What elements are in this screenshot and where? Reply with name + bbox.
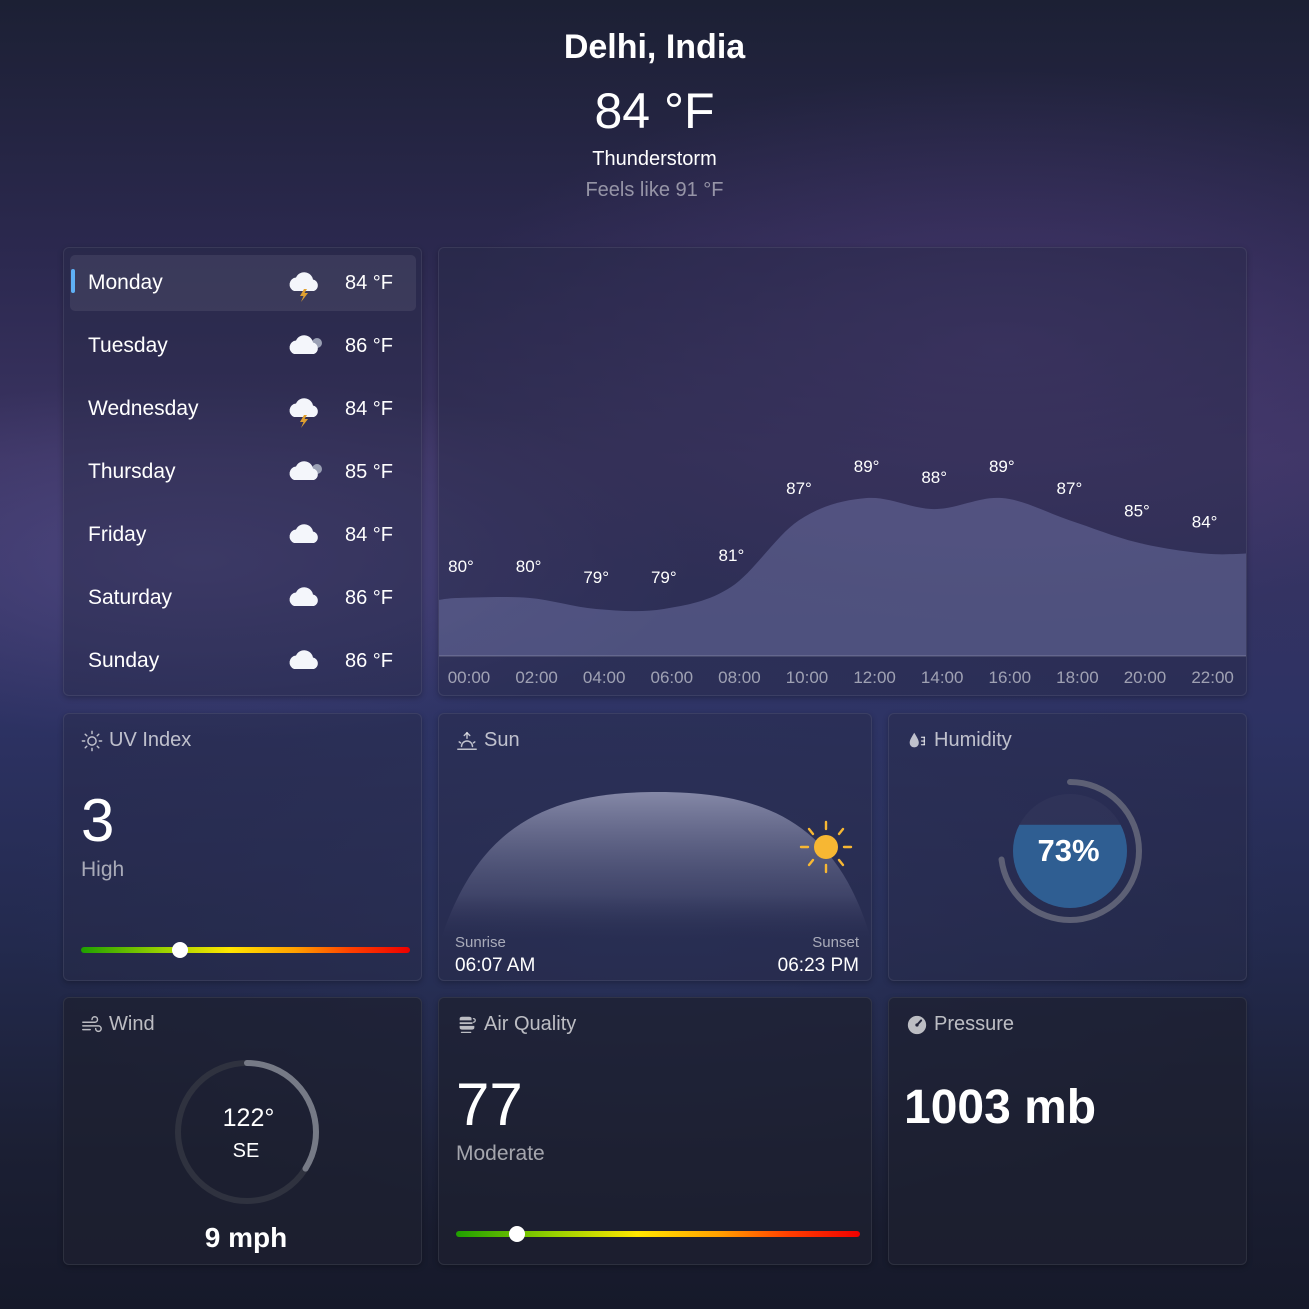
forecast-day-temp: 86 °F bbox=[345, 334, 394, 357]
forecast-day-name: Thursday bbox=[88, 460, 176, 483]
sunrise-time: 06:07 AM bbox=[455, 955, 536, 976]
forecast-day-monday[interactable]: Monday 84 °F bbox=[70, 255, 416, 311]
forecast-day-name: Friday bbox=[88, 523, 147, 546]
forecast-day-friday[interactable]: Friday 84 °F bbox=[70, 507, 416, 563]
forecast-day-wednesday[interactable]: Wednesday 84 °F bbox=[70, 381, 416, 437]
partly-cloudy-icon bbox=[284, 454, 326, 492]
data-label: 85° bbox=[1124, 501, 1150, 520]
daily-forecast-list: Monday 84 °F Tuesday 86 °F Wednesday 84 °F Thu… bbox=[63, 247, 422, 696]
data-label: 88° bbox=[921, 468, 947, 487]
forecast-day-sunday[interactable]: Sunday 86 °F bbox=[70, 633, 416, 689]
x-tick-label: 00:00 bbox=[448, 668, 491, 687]
cloud-icon bbox=[284, 517, 326, 555]
air-quality-title-text: Air Quality bbox=[484, 1013, 577, 1035]
forecast-day-temp: 86 °F bbox=[345, 649, 394, 672]
current-condition: Thunderstorm bbox=[592, 148, 717, 170]
forecast-day-name: Tuesday bbox=[88, 334, 168, 357]
forecast-day-temp: 85 °F bbox=[345, 460, 394, 483]
wind-direction: SE bbox=[232, 1140, 260, 1162]
uv-index-level: High bbox=[81, 858, 125, 881]
pressure-card: Pressure 1003 mb bbox=[888, 997, 1247, 1265]
data-label: 89° bbox=[989, 457, 1015, 476]
thunderstorm-icon bbox=[284, 265, 326, 303]
air-quality-marker bbox=[508, 1226, 525, 1242]
pressure-title: Pressure bbox=[906, 1013, 1014, 1036]
sunset-time: 06:23 PM bbox=[777, 955, 859, 976]
forecast-day-saturday[interactable]: Saturday 86 °F bbox=[70, 570, 416, 626]
x-tick-label: 18:00 bbox=[1056, 668, 1099, 687]
x-tick-label: 20:00 bbox=[1124, 668, 1167, 687]
sun-icon bbox=[81, 730, 103, 751]
uv-index-scale bbox=[81, 942, 410, 958]
cloud-icon bbox=[284, 580, 326, 618]
hourly-temperature-chart: 80° 80° 79° 79° 81° 87° 89° 88° 89° 87° 85° 84° 00:0… bbox=[438, 247, 1247, 696]
feels-like: Feels like 91 °F bbox=[585, 179, 724, 201]
forecast-day-thursday[interactable]: Thursday 85 °F bbox=[70, 444, 416, 500]
data-label: 89° bbox=[854, 457, 880, 476]
pressure-title-text: Pressure bbox=[934, 1013, 1015, 1035]
gauge-icon bbox=[907, 1015, 927, 1034]
x-tick-label: 04:00 bbox=[583, 668, 626, 687]
forecast-day-temp: 84 °F bbox=[345, 271, 394, 294]
chart-canvas: 80° 80° 79° 79° 81° 87° 89° 88° 89° 87° 85° 84° 00:0… bbox=[439, 457, 1246, 687]
forecast-day-temp: 86 °F bbox=[345, 586, 394, 609]
uv-index-title: UV Index bbox=[81, 729, 191, 752]
sunrise-label: Sunrise bbox=[455, 934, 506, 951]
x-tick-label: 10:00 bbox=[786, 668, 829, 687]
x-tick-label: 02:00 bbox=[515, 668, 558, 687]
data-label: 84° bbox=[1192, 513, 1218, 532]
air-quality-icon bbox=[459, 1016, 476, 1033]
wind-direction-degrees: 122° bbox=[222, 1104, 275, 1132]
sun-position-icon bbox=[799, 820, 853, 874]
humidity-card: Humidity 73% bbox=[888, 713, 1247, 981]
air-quality-card: Air Quality 77 Moderate bbox=[438, 997, 872, 1265]
x-tick-label: 06:00 bbox=[651, 668, 694, 687]
location-title: Delhi, India bbox=[563, 28, 746, 66]
data-label: 80° bbox=[516, 557, 542, 576]
air-quality-value: 77 bbox=[456, 1071, 523, 1138]
x-tick-label: 22:00 bbox=[1191, 668, 1234, 687]
humidity-value: 73% bbox=[1037, 833, 1100, 868]
thunderstorm-icon bbox=[284, 391, 326, 429]
x-tick-label: 14:00 bbox=[921, 668, 964, 687]
x-tick-label: 08:00 bbox=[718, 668, 761, 687]
air-quality-level: Moderate bbox=[456, 1142, 545, 1165]
partly-cloudy-icon bbox=[284, 328, 326, 366]
selected-indicator bbox=[71, 269, 75, 293]
air-quality-title: Air Quality bbox=[456, 1013, 576, 1036]
pressure-value: 1003 mb bbox=[904, 1081, 1097, 1134]
data-label: 81° bbox=[719, 546, 745, 565]
cloud-icon bbox=[284, 643, 326, 681]
sun-card: Sun Sunrise 06:07 AM Sunset 06:23 PM bbox=[438, 713, 872, 981]
forecast-day-name: Monday bbox=[88, 271, 163, 294]
forecast-day-temp: 84 °F bbox=[345, 397, 394, 420]
uv-index-title-text: UV Index bbox=[109, 729, 192, 751]
wind-speed: 9 mph bbox=[204, 1222, 288, 1253]
air-quality-scale bbox=[456, 1226, 860, 1242]
x-tick-label: 12:00 bbox=[853, 668, 896, 687]
sunset-label: Sunset bbox=[812, 934, 859, 951]
uv-index-value: 3 bbox=[81, 787, 115, 854]
uv-index-card: UV Index 3 High bbox=[63, 713, 422, 981]
uv-index-marker bbox=[171, 942, 188, 958]
wind-card: Wind 122° SE 9 mph bbox=[63, 997, 422, 1265]
x-tick-label: 16:00 bbox=[989, 668, 1032, 687]
forecast-day-name: Sunday bbox=[88, 649, 160, 672]
data-label: 79° bbox=[651, 568, 677, 587]
temperature-area bbox=[439, 497, 1246, 656]
data-label: 80° bbox=[448, 557, 474, 576]
current-temperature: 84 °F bbox=[594, 83, 715, 139]
forecast-day-temp: 84 °F bbox=[345, 523, 394, 546]
data-label: 87° bbox=[1057, 479, 1083, 498]
data-label: 79° bbox=[583, 568, 609, 587]
forecast-day-name: Wednesday bbox=[88, 397, 199, 420]
forecast-day-tuesday[interactable]: Tuesday 86 °F bbox=[70, 318, 416, 374]
forecast-day-name: Saturday bbox=[88, 586, 173, 609]
data-label: 87° bbox=[786, 479, 812, 498]
